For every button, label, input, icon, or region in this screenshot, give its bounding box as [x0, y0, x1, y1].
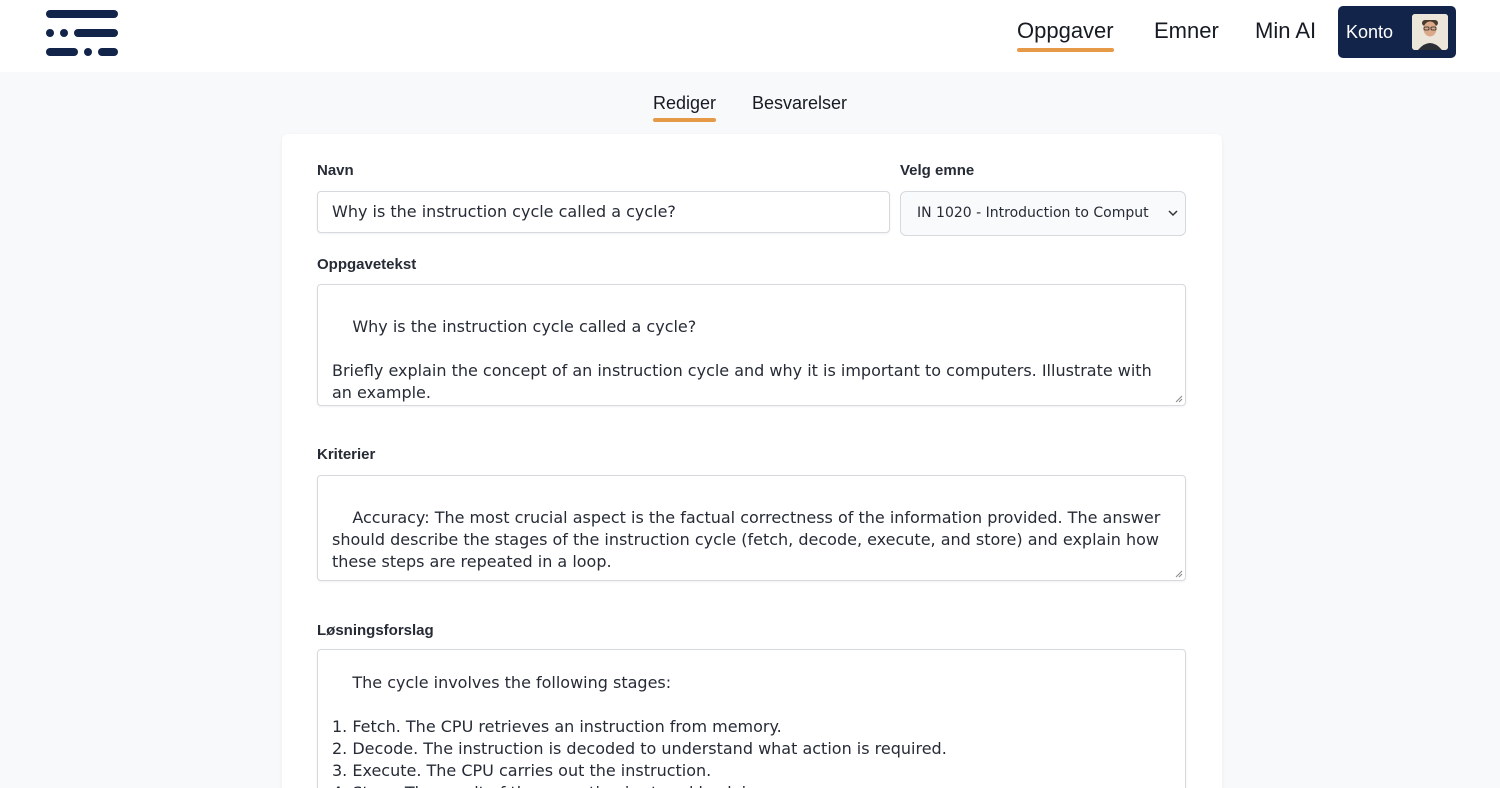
solution-value: The cycle involves the following stages:…: [332, 673, 947, 788]
subject-select-value: IN 1020 - Introduction to Comput: [917, 205, 1149, 221]
name-input[interactable]: Why is the instruction cycle called a cy…: [317, 191, 890, 233]
top-navigation-bar: Oppgaver Emner Min AI Konto: [0, 0, 1500, 72]
nav-link-emner[interactable]: Emner: [1154, 16, 1219, 46]
criteria-textarea[interactable]: Accuracy: The most crucial aspect is the…: [317, 475, 1186, 581]
tab-besvarelser[interactable]: Besvarelser: [752, 90, 847, 116]
app-logo-icon[interactable]: [46, 10, 118, 56]
criteria-label: Kriterier: [317, 446, 376, 463]
solution-label: Løsningsforslag: [317, 622, 434, 639]
edit-task-card: Navn Why is the instruction cycle called…: [282, 134, 1222, 788]
user-avatar-icon: [1412, 14, 1448, 50]
avatar: [1412, 14, 1448, 50]
criteria-value: Accuracy: The most crucial aspect is the…: [332, 508, 1161, 571]
account-button[interactable]: Konto: [1338, 6, 1456, 58]
task-text-value: Why is the instruction cycle called a cy…: [332, 317, 1152, 402]
nav-link-oppgaver[interactable]: Oppgaver: [1017, 16, 1114, 52]
resize-handle-icon[interactable]: [1174, 394, 1183, 403]
account-label: Konto: [1346, 22, 1394, 42]
name-label: Navn: [317, 162, 354, 179]
subject-label: Velg emne: [900, 162, 975, 179]
task-text-textarea[interactable]: Why is the instruction cycle called a cy…: [317, 284, 1186, 406]
subject-select[interactable]: IN 1020 - Introduction to Comput: [900, 191, 1186, 236]
nav-link-min-ai[interactable]: Min AI: [1255, 16, 1316, 46]
solution-textarea[interactable]: The cycle involves the following stages:…: [317, 649, 1186, 788]
task-text-label: Oppgavetekst: [317, 256, 417, 273]
chevron-down-icon: [1168, 210, 1178, 217]
resize-handle-icon[interactable]: [1174, 569, 1183, 578]
tab-rediger[interactable]: Rediger: [653, 90, 717, 122]
